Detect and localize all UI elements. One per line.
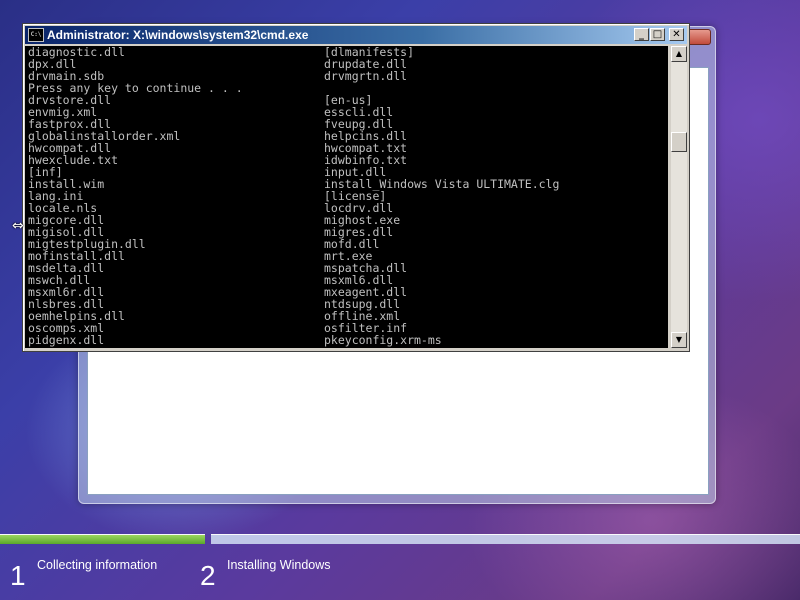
- step-1-label: Collecting information: [37, 558, 158, 572]
- cmd-line-right: pkeyconfig.xrm-ms: [324, 333, 442, 347]
- scroll-thumb[interactable]: [671, 132, 687, 152]
- step-1-progress-fill: [0, 535, 205, 544]
- step-1-progress-bar: [0, 534, 205, 544]
- cmd-line-right: drvmgrtn.dll: [324, 69, 408, 83]
- step-1-number: 1: [10, 560, 26, 591]
- maximize-button[interactable]: □: [650, 28, 665, 41]
- step-2-label: Installing Windows: [227, 558, 331, 572]
- scroll-up-button[interactable]: ▲: [671, 46, 687, 62]
- step-2-number: 2: [200, 560, 216, 591]
- cmd-window-title: Administrator: X:\windows\system32\cmd.e…: [47, 28, 309, 42]
- cmd-output[interactable]: diagnostic.dll [dlmanifests] dpx.dll drupda…: [25, 46, 668, 348]
- cmd-app-icon[interactable]: C:\: [28, 28, 44, 42]
- close-button[interactable]: ✕: [669, 28, 684, 41]
- cmd-window: C:\ Administrator: X:\windows\system32\c…: [22, 23, 690, 352]
- minimize-button[interactable]: _: [634, 28, 649, 41]
- cmd-line: pidgenx.dll pkeyconfig.xrm-ms: [25, 334, 668, 346]
- cmd-line-left: pidgenx.dll: [28, 333, 105, 347]
- step-2-progress-bar: [211, 534, 800, 544]
- scroll-down-button[interactable]: ▼: [671, 332, 687, 348]
- resize-cursor-icon: ⇔: [12, 218, 24, 234]
- cmd-titlebar[interactable]: C:\ Administrator: X:\windows\system32\c…: [25, 26, 687, 44]
- cmd-scrollbar[interactable]: ▲ ▼: [671, 46, 687, 348]
